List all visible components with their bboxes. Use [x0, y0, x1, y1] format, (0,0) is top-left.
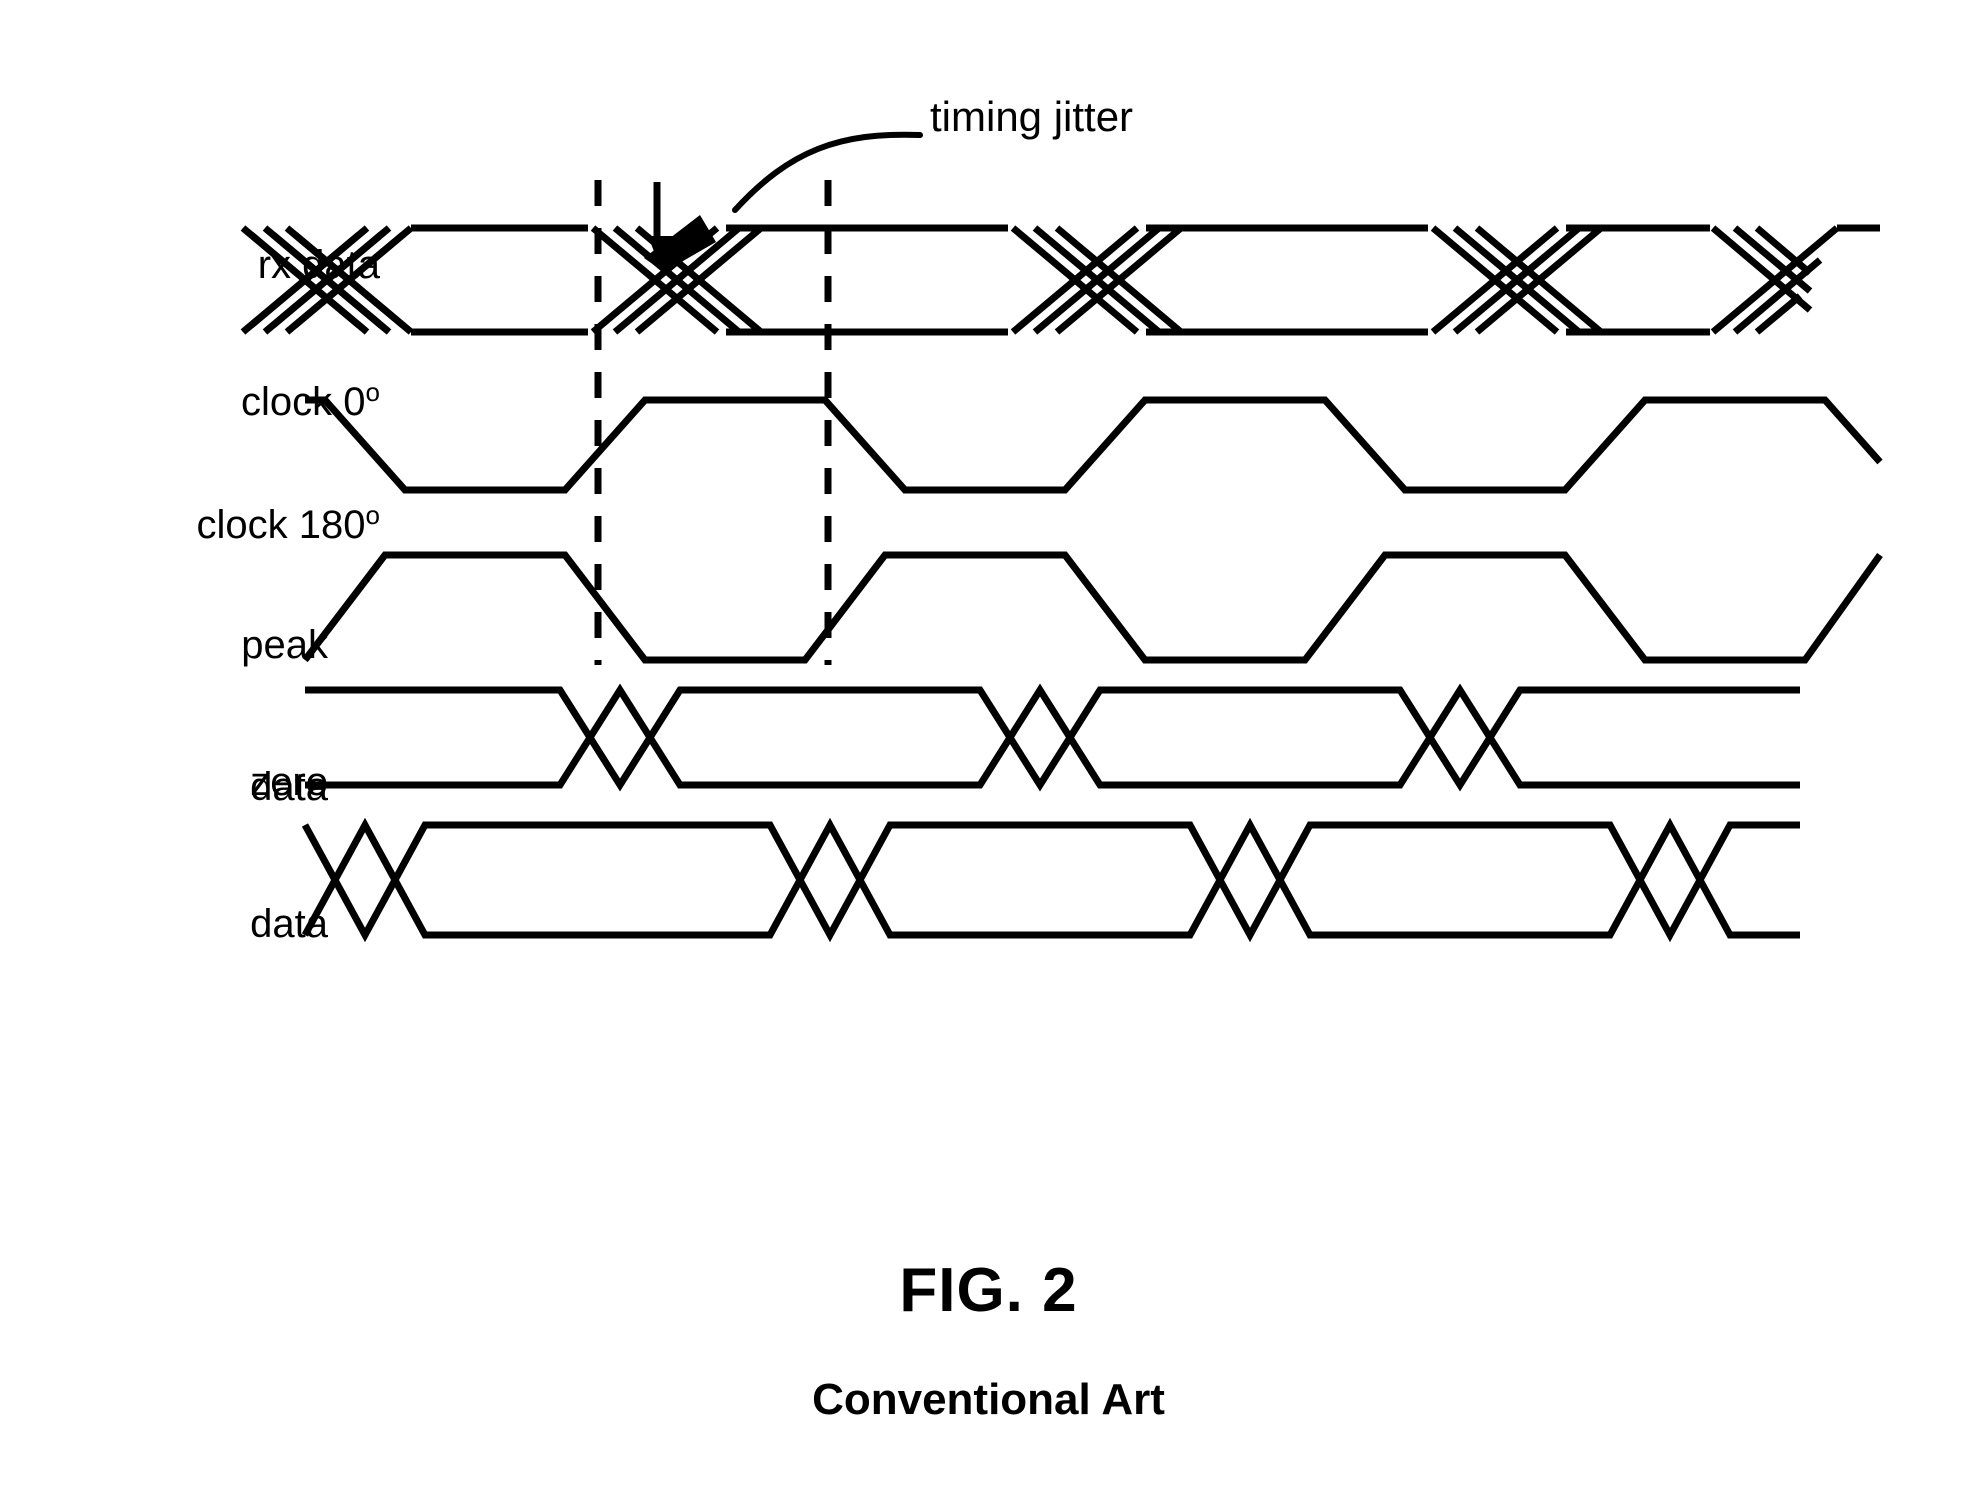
- waveform-clock-0: [305, 396, 1883, 494]
- rx-crossing-3: [1008, 224, 1210, 336]
- waveform-zero-data: [301, 817, 1800, 943]
- timing-diagram-canvas: [240, 131, 1883, 943]
- annotation-timing-jitter-leader: [644, 131, 923, 272]
- rx-crossing-5: [1710, 224, 1880, 336]
- waveform-peak-data: [305, 683, 1800, 792]
- waveform-clock-180: [302, 551, 1883, 664]
- rx-crossing-4: [1428, 224, 1630, 336]
- figure-container: rx data clock 0o clock 180o peak data ze…: [0, 0, 1977, 1496]
- waveform-rx-data: [240, 224, 1880, 336]
- rx-crossing-1: [240, 224, 440, 336]
